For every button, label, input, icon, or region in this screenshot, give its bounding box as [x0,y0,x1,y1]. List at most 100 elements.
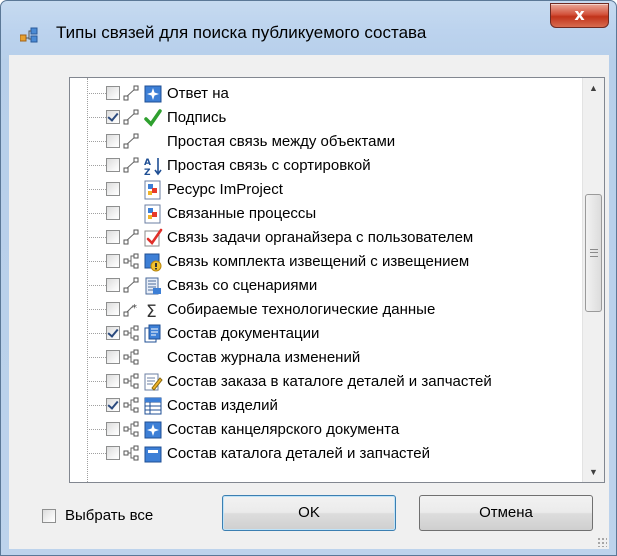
tree-item-checkbox[interactable] [106,326,120,340]
tree-item-checkbox[interactable] [106,158,120,172]
star-doc-icon [143,420,163,440]
process-icon [143,204,163,224]
tree-item[interactable]: * Σ Собираемые технологические данные [70,298,582,322]
scroll-down-arrow-icon[interactable]: ▼ [583,462,604,482]
table-icon [143,396,163,416]
tree-item-label: Ресурс ImProject [167,181,283,198]
tree-connector-line [87,117,106,118]
hierarchy-link-icon [123,253,139,269]
cancel-button[interactable]: Отмена [419,495,593,531]
tree-item-label: Простая связь между объектами [167,133,396,150]
tree-item-label: Связь задачи органайзера с пользователем [167,229,474,246]
order-edit-icon [143,372,163,392]
scroll-up-arrow-icon[interactable]: ▲ [583,78,604,98]
tree-item[interactable]: Состав каталога деталей и запчастей [70,442,582,466]
tree-item-label: Простая связь с сортировкой [167,157,371,174]
tree-item-label: Связь со сценариями [167,277,318,294]
hierarchy-link-icon [123,349,139,365]
resource-icon [143,180,163,200]
star-doc-icon [143,84,163,104]
tree-item[interactable]: Ответ на [70,82,582,106]
resize-grip-icon[interactable] [597,537,607,547]
catalog-icon [143,444,163,464]
tree-item-checkbox[interactable] [106,134,120,148]
tree-connector-line [87,453,106,454]
tree-item[interactable]: Связь задачи органайзера с пользователем [70,226,582,250]
tree-item-checkbox[interactable] [106,254,120,268]
dialog-client-area: Ответ на Подпись Простая связь между объек… [9,55,609,549]
select-all-box[interactable] [42,509,56,523]
tree-item[interactable]: Подпись [70,106,582,130]
tree-connector-line [87,429,106,430]
tree-item-checkbox[interactable] [106,206,120,220]
tree-view[interactable]: Ответ на Подпись Простая связь между объек… [70,78,582,482]
sort-az-icon: AZ [143,156,163,178]
tree-item[interactable]: Связанные процессы [70,202,582,226]
sigma-icon: Σ [143,300,163,322]
tree-item-checkbox[interactable] [106,110,120,124]
svg-text:A: A [144,158,151,168]
dialog-window: Типы связей для поиска публикуемого сост… [0,0,617,556]
tree-item-checkbox[interactable] [106,422,120,436]
tree-item[interactable]: Состав журнала изменений [70,346,582,370]
hierarchy-link-icon [123,373,139,389]
tree-connector-line [87,285,106,286]
tree-item-checkbox[interactable] [106,398,120,412]
tree-item-label: Состав журнала изменений [167,349,361,366]
task-check-icon [143,228,163,248]
tree-connector-line [87,237,106,238]
link-icon [123,133,139,149]
close-button[interactable]: x [550,3,609,28]
tree-item-checkbox[interactable] [106,278,120,292]
link-icon [123,109,139,125]
tree-item[interactable]: Состав канцелярского документа [70,418,582,442]
vertical-scrollbar[interactable]: ▲ ▼ [582,78,604,482]
hierarchy-link-icon [123,397,139,413]
tree-item-checkbox[interactable] [106,182,120,196]
tree-connector-line [87,165,106,166]
ok-button[interactable]: OK [222,495,396,531]
hierarchy-link-icon [123,325,139,341]
tree-item-label: Состав документации [167,325,320,342]
tree-item[interactable]: Ресурс ImProject [70,178,582,202]
tree-item-checkbox[interactable] [106,86,120,100]
tree-item[interactable]: Состав заказа в каталоге деталей и запча… [70,370,582,394]
tree-item-label: Состав каталога деталей и запчастей [167,445,430,462]
link-icon [123,157,139,173]
tree-connector-line [87,189,106,190]
tree-item-label: Связанные процессы [167,205,317,222]
tree-item-label: Состав канцелярского документа [167,421,400,438]
tree-item[interactable]: Состав документации [70,322,582,346]
asterisk-link-icon: * [123,301,139,317]
tree-item-label: Ответ на [167,85,229,102]
tree-item-checkbox[interactable] [106,230,120,244]
tree-item[interactable]: Связь комплекта извещений с извещением [70,250,582,274]
window-title: Типы связей для поиска публикуемого сост… [56,23,427,42]
svg-text:*: * [132,303,137,314]
tree-item-label: Связь комплекта извещений с извещением [167,253,470,270]
tree-item-label: Собираемые технологические данные [167,301,436,318]
tree-item[interactable]: Простая связь между объектами [70,130,582,154]
link-icon [123,277,139,293]
script-icon [143,276,163,296]
hierarchy-link-icon [123,445,139,461]
tree-connector-line [87,405,106,406]
tree-item-checkbox[interactable] [106,350,120,364]
tree-item-checkbox[interactable] [106,302,120,316]
tree-connector-line [87,93,106,94]
title-bar[interactable]: Типы связей для поиска публикуемого сост… [1,1,616,55]
tree-connector-line [87,261,106,262]
tree-connector-line [87,333,106,334]
tree-item[interactable]: Состав изделий [70,394,582,418]
link-types-tree-list[interactable]: Ответ на Подпись Простая связь между объек… [69,77,605,483]
scrollbar-grip-icon [590,249,598,257]
hierarchy-link-icon [123,421,139,437]
tree-item-checkbox[interactable] [106,374,120,388]
tree-connector-line [87,309,106,310]
tree-item[interactable]: A Z Простая связь с сортировкой [70,154,582,178]
scrollbar-thumb[interactable] [585,194,602,312]
tree-item-checkbox[interactable] [106,446,120,460]
tree-item[interactable]: Связь со сценариями [70,274,582,298]
select-all-label: Выбрать все [65,507,154,524]
tree-item-label: Состав заказа в каталоге деталей и запча… [167,373,492,390]
